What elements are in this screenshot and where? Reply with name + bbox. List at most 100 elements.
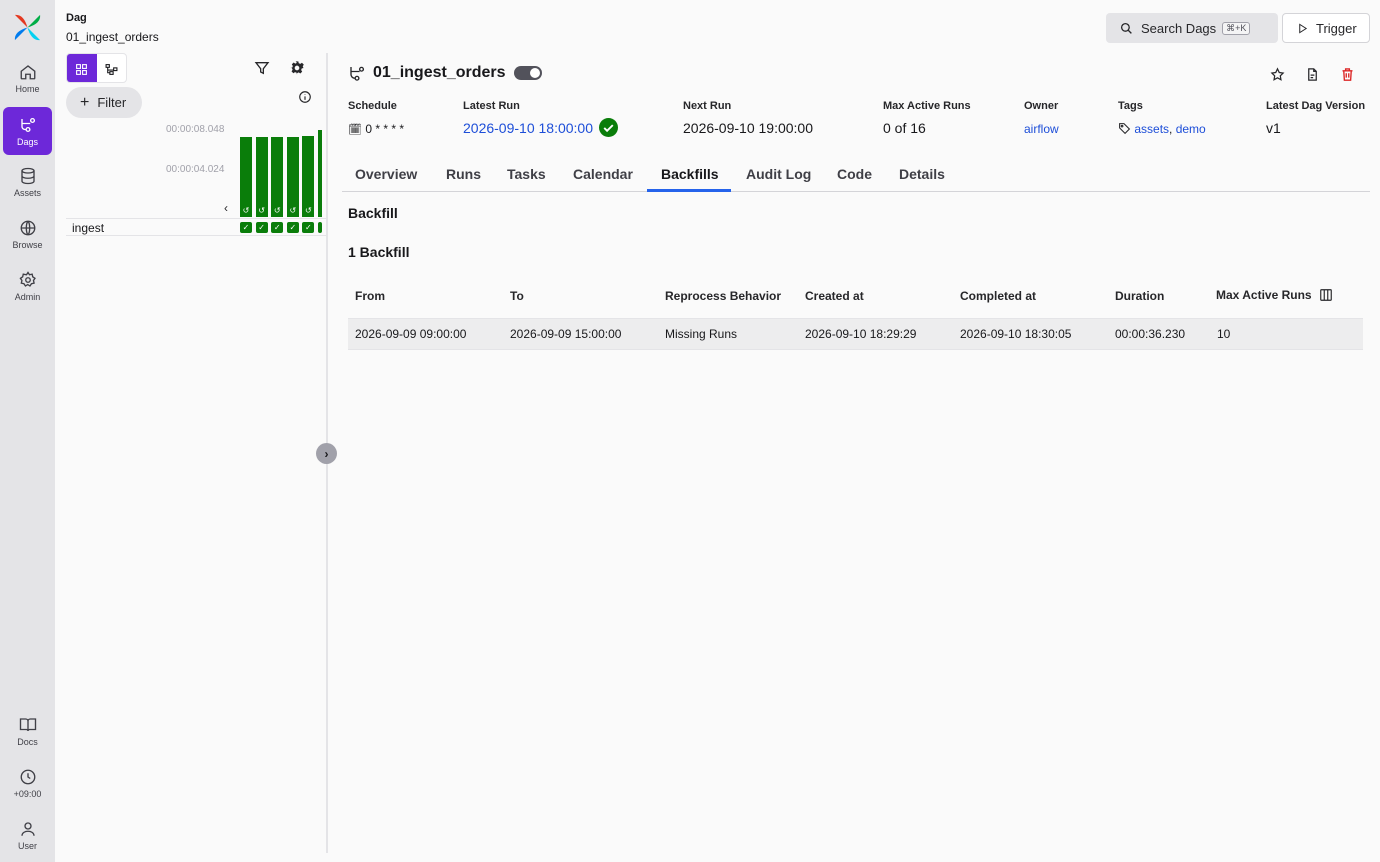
gear-icon — [18, 270, 36, 287]
duration-label-max: 00:00:08.048 — [166, 124, 225, 135]
latest-run-label: Latest Run — [463, 100, 520, 112]
clock-icon — [20, 769, 35, 784]
nav-dags-label: Dags — [16, 136, 38, 147]
nav-browse-label: Browse — [12, 239, 43, 250]
next-run-value: 2026-09-10 19:00:00 — [683, 120, 813, 136]
column-header-reprocess[interactable]: Reprocess Behavior — [665, 289, 781, 303]
nav-user[interactable]: User — [3, 811, 52, 859]
user-icon — [20, 821, 35, 836]
settings-gear-icon[interactable] — [289, 60, 305, 76]
breadcrumb-dag-name[interactable]: 01_ingest_orders — [66, 30, 159, 44]
tab-tasks[interactable]: Tasks — [507, 166, 546, 182]
filter-button[interactable]: + Filter — [66, 87, 142, 118]
nav-timezone[interactable]: +09:00 — [3, 759, 52, 807]
column-header-to[interactable]: To — [510, 289, 524, 303]
column-header-from[interactable]: From — [355, 289, 385, 303]
column-header-max-active-runs[interactable]: Max Active Runs — [1216, 288, 1312, 302]
task-instance-cell[interactable] — [318, 222, 322, 233]
graph-view-button[interactable] — [97, 54, 127, 82]
cell-reprocess: Missing Runs — [665, 327, 738, 341]
cell-completed: 2026-09-10 18:30:05 — [960, 327, 1072, 341]
nav-assets[interactable]: Assets — [3, 158, 52, 206]
search-dags-button[interactable]: Search Dags ⌘+K — [1106, 13, 1278, 43]
chevron-right-icon[interactable]: › — [316, 443, 337, 464]
grid-view-button[interactable] — [67, 54, 97, 82]
pause-toggle[interactable] — [513, 66, 542, 80]
nav-docs[interactable]: Docs — [3, 707, 52, 755]
view-toggle — [66, 53, 127, 83]
filter-icon[interactable] — [254, 60, 270, 76]
plus-icon: + — [80, 93, 90, 111]
tags-label: Tags — [1118, 100, 1143, 112]
tags-value: assets, demo — [1118, 122, 1206, 136]
run-bar[interactable]: ↺ — [271, 137, 284, 217]
tab-bar: Overview Runs Tasks Calendar Backfills A… — [342, 157, 1370, 192]
nav-browse[interactable]: Browse — [3, 210, 52, 258]
info-icon[interactable] — [298, 90, 312, 104]
filter-label: Filter — [97, 95, 127, 110]
owner-link[interactable]: airflow — [1024, 122, 1059, 136]
task-instance-cell[interactable]: ✓ — [240, 222, 252, 233]
section-title: Backfill — [348, 205, 398, 221]
schedule-label: Schedule — [348, 100, 397, 112]
nav-rail: Home Dags Assets Browse Admin Docs +09:0… — [0, 0, 55, 862]
nav-dags[interactable]: Dags — [3, 107, 52, 155]
run-bar[interactable]: ↺ — [255, 137, 268, 217]
max-active-runs-label: Max Active Runs — [883, 100, 971, 112]
run-bar[interactable]: ↺ — [240, 137, 252, 217]
task-name[interactable]: ingest — [72, 221, 104, 235]
tab-calendar[interactable]: Calendar — [573, 166, 633, 182]
trigger-button[interactable]: Trigger — [1282, 13, 1370, 43]
tab-code[interactable]: Code — [837, 166, 872, 182]
run-bar[interactable] — [318, 130, 322, 217]
reparse-file-icon[interactable] — [1305, 67, 1320, 82]
page-title: 01_ingest_orders — [373, 64, 506, 81]
airflow-logo-icon[interactable] — [12, 12, 43, 43]
book-icon — [19, 717, 36, 731]
chevron-left-icon[interactable]: ‹ — [224, 201, 228, 215]
breadcrumb-section[interactable]: Dag — [66, 12, 87, 24]
task-instance-cell[interactable]: ✓ — [255, 222, 268, 233]
column-header-duration[interactable]: Duration — [1115, 289, 1164, 303]
task-instance-cell[interactable]: ✓ — [302, 222, 315, 233]
run-bar[interactable]: ↺ — [286, 137, 299, 217]
nav-admin[interactable]: Admin — [3, 262, 52, 310]
owner-label: Owner — [1024, 100, 1059, 112]
tab-audit-log[interactable]: Audit Log — [746, 166, 811, 182]
dag-title-row: 01_ingest_orders — [348, 64, 542, 82]
column-header-completed[interactable]: Completed at — [960, 289, 1036, 303]
duration-label-mid: 00:00:04.024 — [166, 164, 225, 175]
grid-icon — [76, 63, 88, 75]
cell-duration: 00:00:36.230 — [1115, 327, 1186, 341]
next-run-label: Next Run — [683, 100, 732, 112]
graph-icon — [105, 63, 118, 75]
run-bar[interactable]: ↺ — [302, 136, 315, 217]
star-icon[interactable] — [1270, 67, 1285, 82]
latest-run-link[interactable]: 2026-09-10 18:00:00 — [463, 120, 593, 136]
cell-created: 2026-09-10 18:29:29 — [805, 327, 917, 341]
columns-icon[interactable] — [1319, 288, 1333, 302]
tab-backfills[interactable]: Backfills — [661, 166, 719, 182]
tag-link[interactable]: demo — [1176, 122, 1206, 136]
database-icon — [20, 167, 35, 184]
tab-runs[interactable]: Runs — [446, 166, 481, 182]
tag-link[interactable]: assets — [1134, 122, 1169, 136]
nav-admin-label: Admin — [14, 291, 41, 302]
schedule-value: 🗓 0 * * * * — [348, 122, 404, 136]
task-instance-cell[interactable]: ✓ — [271, 222, 284, 233]
cell-to: 2026-09-09 15:00:00 — [510, 327, 622, 341]
nav-timezone-label: +09:00 — [13, 788, 42, 799]
nav-home[interactable]: Home — [3, 54, 52, 102]
backfill-run-icon: ↺ — [242, 206, 250, 215]
task-instance-cell[interactable]: ✓ — [286, 222, 299, 233]
column-header-created[interactable]: Created at — [805, 289, 864, 303]
active-tab-indicator — [647, 189, 731, 192]
dags-icon — [20, 117, 35, 132]
backfill-count: 1 Backfill — [348, 244, 410, 260]
tab-overview[interactable]: Overview — [355, 166, 417, 182]
search-shortcut: ⌘+K — [1222, 21, 1251, 35]
toggle-knob — [529, 68, 540, 78]
dag-version-label: Latest Dag Version — [1266, 100, 1366, 112]
tab-details[interactable]: Details — [899, 166, 945, 182]
trash-icon[interactable] — [1340, 67, 1355, 82]
